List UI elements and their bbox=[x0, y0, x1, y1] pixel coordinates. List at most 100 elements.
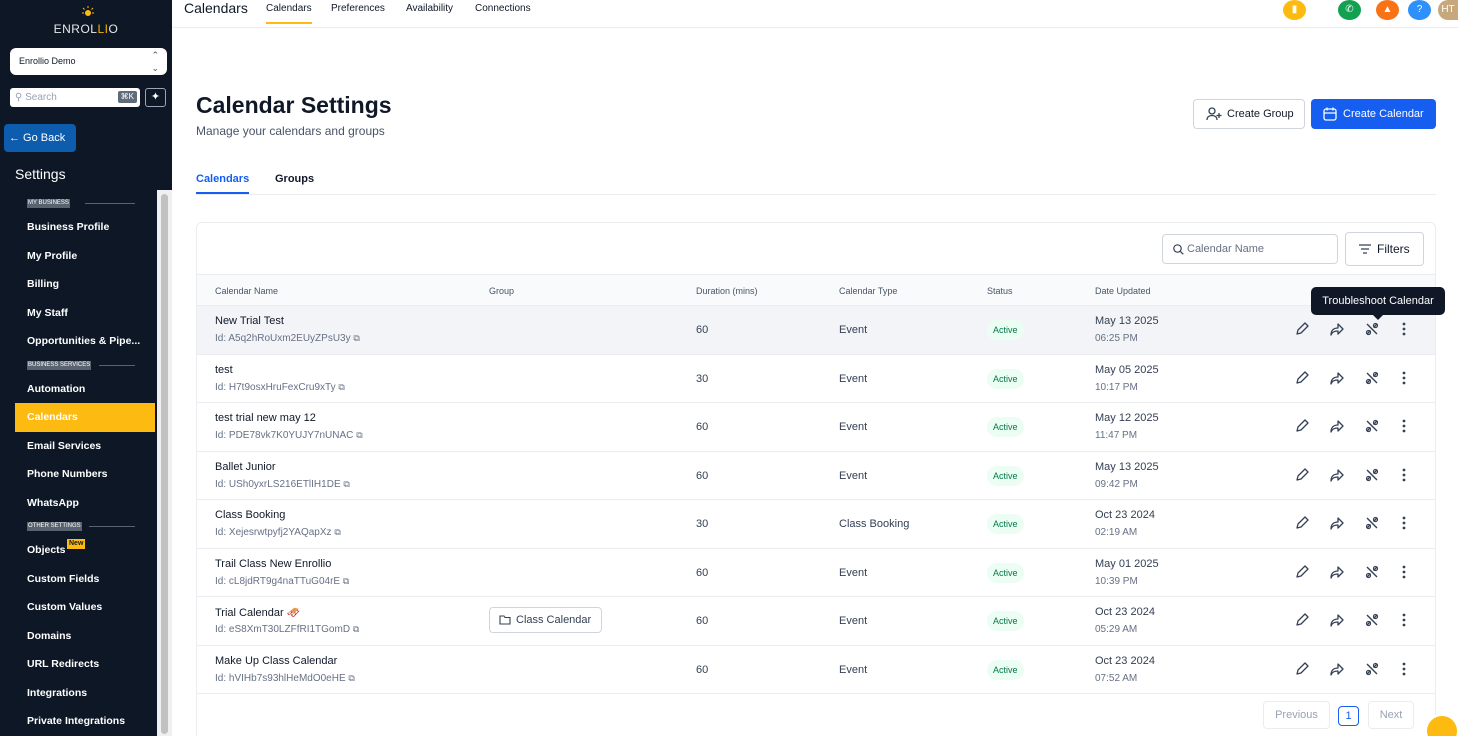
troubleshoot-button[interactable] bbox=[1364, 564, 1382, 582]
more-options-button[interactable] bbox=[1396, 661, 1414, 679]
calendar-name[interactable]: Class Booking bbox=[215, 509, 285, 521]
more-options-button[interactable] bbox=[1396, 515, 1414, 533]
edit-button[interactable] bbox=[1294, 418, 1312, 436]
share-button[interactable] bbox=[1329, 515, 1347, 533]
table-row[interactable]: Make Up Class Calendar Id: hVIHb7s93hlHeM… bbox=[197, 646, 1435, 694]
troubleshoot-button[interactable] bbox=[1364, 661, 1382, 679]
notes-button[interactable]: ▮ bbox=[1283, 0, 1306, 20]
filters-button[interactable]: Filters bbox=[1345, 232, 1424, 266]
topnav-connections[interactable]: Connections bbox=[475, 3, 531, 14]
troubleshoot-button[interactable] bbox=[1364, 321, 1382, 339]
edit-button[interactable] bbox=[1294, 467, 1312, 485]
sidebar-item-my-profile[interactable]: My Profile bbox=[15, 242, 155, 271]
col-status[interactable]: Status bbox=[987, 286, 1013, 296]
tab-calendars[interactable]: Calendars bbox=[196, 173, 250, 194]
sidebar-scrollbar-thumb[interactable] bbox=[161, 194, 168, 734]
calendar-name[interactable]: Trial Calendar 🛷 bbox=[215, 606, 300, 619]
copy-icon[interactable]: ⧉ bbox=[356, 430, 362, 440]
calendar-name[interactable]: Trail Class New Enrollio bbox=[215, 558, 331, 570]
col-calendar-name[interactable]: Calendar Name bbox=[215, 286, 278, 296]
sidebar-item-business-profile[interactable]: Business Profile bbox=[15, 213, 155, 242]
group-chip[interactable]: Class Calendar bbox=[489, 607, 603, 633]
share-button[interactable] bbox=[1329, 612, 1347, 630]
table-row[interactable]: Ballet Junior Id: USh0yxrLS216ETlIH1DE ⧉ 6… bbox=[197, 452, 1435, 500]
help-button[interactable]: ? bbox=[1408, 0, 1431, 20]
more-options-button[interactable] bbox=[1396, 564, 1414, 582]
phone-button[interactable]: ✆ bbox=[1338, 0, 1361, 20]
col-group[interactable]: Group bbox=[489, 286, 514, 296]
more-options-button[interactable] bbox=[1396, 321, 1414, 339]
edit-button[interactable] bbox=[1294, 515, 1312, 533]
notifications-button[interactable]: ▲ bbox=[1376, 0, 1399, 20]
edit-button[interactable] bbox=[1294, 321, 1312, 339]
sidebar-item-email-services[interactable]: Email Services bbox=[15, 432, 155, 461]
edit-button[interactable] bbox=[1294, 661, 1312, 679]
copy-icon[interactable]: ⧉ bbox=[343, 479, 349, 489]
share-button[interactable] bbox=[1329, 467, 1347, 485]
account-switcher[interactable]: Enrollio Demo ⌃ ⌄ bbox=[10, 48, 167, 75]
edit-button[interactable] bbox=[1294, 612, 1312, 630]
edit-button[interactable] bbox=[1294, 564, 1312, 582]
calendar-name[interactable]: test bbox=[215, 364, 233, 376]
sidebar-item-custom-fields[interactable]: Custom Fields bbox=[15, 565, 155, 594]
pagination-previous[interactable]: Previous bbox=[1263, 701, 1330, 729]
table-row[interactable]: Trail Class New Enrollio Id: cL8jdRT9g4na… bbox=[197, 549, 1435, 597]
sidebar-item-my-staff[interactable]: My Staff bbox=[15, 299, 155, 328]
table-row[interactable]: Trial Calendar 🛷 Id: eS8XmT30LZFfRI1TGomD… bbox=[197, 597, 1435, 646]
avatar[interactable]: HT bbox=[1438, 0, 1458, 20]
copy-icon[interactable]: ⧉ bbox=[353, 624, 359, 634]
copy-icon[interactable]: ⧉ bbox=[334, 527, 340, 537]
share-button[interactable] bbox=[1329, 661, 1347, 679]
topnav-preferences[interactable]: Preferences bbox=[331, 3, 385, 14]
col-calendar-type[interactable]: Calendar Type bbox=[839, 286, 897, 296]
more-options-button[interactable] bbox=[1396, 370, 1414, 388]
sidebar-item-whatsapp[interactable]: WhatsApp bbox=[15, 489, 155, 518]
more-options-button[interactable] bbox=[1396, 612, 1414, 630]
sidebar-item-custom-values[interactable]: Custom Values bbox=[15, 593, 155, 622]
pagination-next[interactable]: Next bbox=[1368, 701, 1414, 729]
sidebar-item-domains[interactable]: Domains bbox=[15, 622, 155, 651]
share-button[interactable] bbox=[1329, 564, 1347, 582]
sidebar-item-calendars[interactable]: Calendars bbox=[15, 403, 155, 432]
table-row[interactable]: test trial new may 12 Id: PDE78vk7K0YUJY7… bbox=[197, 403, 1435, 452]
create-group-button[interactable]: Create Group bbox=[1193, 99, 1305, 129]
sidebar-item-automation[interactable]: Automation bbox=[15, 375, 155, 404]
troubleshoot-button[interactable] bbox=[1364, 418, 1382, 436]
more-options-button[interactable] bbox=[1396, 467, 1414, 485]
troubleshoot-button[interactable] bbox=[1364, 612, 1382, 630]
sidebar-item-phone-numbers[interactable]: Phone Numbers bbox=[15, 460, 155, 489]
edit-button[interactable] bbox=[1294, 370, 1312, 388]
col-date-updated[interactable]: Date Updated bbox=[1095, 286, 1151, 296]
go-back-button[interactable]: ← Go Back bbox=[4, 124, 76, 152]
sidebar-item-opportunities[interactable]: Opportunities & Pipe... bbox=[15, 327, 155, 356]
share-button[interactable] bbox=[1329, 418, 1347, 436]
copy-icon[interactable]: ⧉ bbox=[353, 333, 359, 343]
troubleshoot-button[interactable] bbox=[1364, 370, 1382, 388]
calendar-name[interactable]: test trial new may 12 bbox=[215, 412, 316, 424]
sidebar-item-objects[interactable]: Objects New bbox=[15, 536, 155, 565]
sidebar-item-url-redirects[interactable]: URL Redirects bbox=[15, 650, 155, 679]
assistant-launcher-button[interactable] bbox=[1425, 714, 1458, 736]
troubleshoot-button[interactable] bbox=[1364, 467, 1382, 485]
share-button[interactable] bbox=[1329, 321, 1347, 339]
pagination-page-1[interactable]: 1 bbox=[1338, 706, 1359, 726]
ai-sparkle-button[interactable]: ✦ bbox=[145, 88, 166, 107]
topnav-availability[interactable]: Availability bbox=[406, 3, 453, 14]
copy-icon[interactable]: ⧉ bbox=[343, 576, 349, 586]
col-duration[interactable]: Duration (mins) bbox=[696, 286, 758, 296]
calendar-name-search-input[interactable]: Calendar Name bbox=[1162, 234, 1338, 264]
more-options-button[interactable] bbox=[1396, 418, 1414, 436]
calendar-name[interactable]: Make Up Class Calendar bbox=[215, 655, 337, 667]
tab-groups[interactable]: Groups bbox=[275, 173, 314, 185]
troubleshoot-button[interactable] bbox=[1364, 515, 1382, 533]
create-calendar-button[interactable]: Create Calendar bbox=[1311, 99, 1436, 129]
table-row[interactable]: test Id: H7t9osxHruFexCru9xTy ⧉ 30 Event Act… bbox=[197, 355, 1435, 403]
copy-icon[interactable]: ⧉ bbox=[348, 673, 354, 683]
sidebar-search-input[interactable]: ⚲ Search ⌘K bbox=[10, 88, 140, 107]
topnav-calendars[interactable]: Calendars bbox=[266, 3, 312, 24]
sidebar-item-integrations[interactable]: Integrations bbox=[15, 679, 155, 708]
table-row[interactable]: New Trial Test Id: A5q2hRoUxm2EUyZPsU3y ⧉… bbox=[197, 306, 1435, 355]
enrollio-logo[interactable]: ENROLLIO bbox=[0, 4, 172, 38]
share-button[interactable] bbox=[1329, 370, 1347, 388]
table-row[interactable]: Class Booking Id: Xejesrwtpyfj2YAQapXz ⧉ 3… bbox=[197, 500, 1435, 549]
